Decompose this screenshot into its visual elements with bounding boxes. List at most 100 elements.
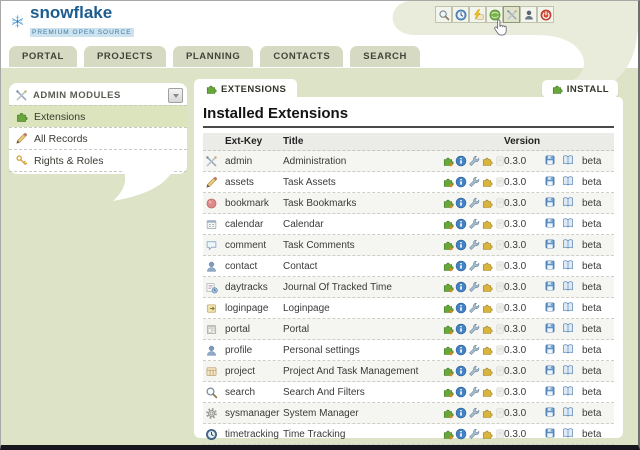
extensions-section-tab[interactable]: EXTENSIONS xyxy=(194,79,297,98)
action-info-button[interactable] xyxy=(455,344,467,356)
action-docs-button[interactable] xyxy=(562,301,574,313)
action-configure-button[interactable] xyxy=(468,176,480,188)
action-info-button[interactable] xyxy=(455,260,467,272)
action-save-button[interactable] xyxy=(544,406,556,418)
action-save-button[interactable] xyxy=(544,322,556,334)
action-update-button[interactable] xyxy=(442,428,454,440)
install-button[interactable]: INSTALL xyxy=(542,80,618,98)
action-update-button[interactable] xyxy=(442,344,454,356)
action-info-button[interactable] xyxy=(455,239,467,251)
tab-planning[interactable]: PLANNING xyxy=(173,46,253,67)
action-info-button[interactable] xyxy=(455,176,467,188)
action-docs-button[interactable] xyxy=(562,364,574,376)
action-save-button[interactable] xyxy=(544,238,556,250)
action-update-button[interactable] xyxy=(442,365,454,377)
action-update-button[interactable] xyxy=(442,239,454,251)
action-docs-button[interactable] xyxy=(562,196,574,208)
action-save-button[interactable] xyxy=(544,259,556,271)
action-docs-button[interactable] xyxy=(562,154,574,166)
action-save-button[interactable] xyxy=(544,427,556,439)
action-save-button[interactable] xyxy=(544,343,556,355)
action-docs-button[interactable] xyxy=(562,427,574,439)
action-addon-button[interactable] xyxy=(481,239,493,251)
action-update-button[interactable] xyxy=(442,323,454,335)
action-update-button[interactable] xyxy=(442,260,454,272)
action-configure-button[interactable] xyxy=(468,218,480,230)
action-configure-button[interactable] xyxy=(468,302,480,314)
sidebar-item-all-records[interactable]: All Records xyxy=(9,127,187,149)
action-update-button[interactable] xyxy=(442,407,454,419)
action-save-button[interactable] xyxy=(544,217,556,229)
action-save-button[interactable] xyxy=(544,154,556,166)
action-info-button[interactable] xyxy=(455,155,467,167)
action-addon-button[interactable] xyxy=(481,323,493,335)
action-save-button[interactable] xyxy=(544,385,556,397)
action-save-button[interactable] xyxy=(544,301,556,313)
tab-portal[interactable]: PORTAL xyxy=(9,46,77,67)
action-configure-button[interactable] xyxy=(468,239,480,251)
tab-projects[interactable]: PROJECTS xyxy=(84,46,166,67)
sidebar-item-extensions[interactable]: Extensions xyxy=(9,105,187,127)
action-docs-button[interactable] xyxy=(562,238,574,250)
toolbar-logout-button[interactable] xyxy=(537,6,554,23)
action-update-button[interactable] xyxy=(442,386,454,398)
toolbar-search-button[interactable] xyxy=(435,6,452,23)
action-configure-button[interactable] xyxy=(468,323,480,335)
action-info-button[interactable] xyxy=(455,302,467,314)
action-update-button[interactable] xyxy=(442,176,454,188)
action-update-button[interactable] xyxy=(442,155,454,167)
action-docs-button[interactable] xyxy=(562,343,574,355)
action-info-button[interactable] xyxy=(455,386,467,398)
action-save-button[interactable] xyxy=(544,175,556,187)
action-docs-button[interactable] xyxy=(562,280,574,292)
action-addon-button[interactable] xyxy=(481,407,493,419)
action-addon-button[interactable] xyxy=(481,281,493,293)
action-info-button[interactable] xyxy=(455,428,467,440)
action-update-button[interactable] xyxy=(442,302,454,314)
action-configure-button[interactable] xyxy=(468,407,480,419)
action-docs-button[interactable] xyxy=(562,322,574,334)
action-docs-button[interactable] xyxy=(562,175,574,187)
action-info-button[interactable] xyxy=(455,281,467,293)
calendar-icon xyxy=(205,218,218,231)
action-docs-button[interactable] xyxy=(562,259,574,271)
action-addon-button[interactable] xyxy=(481,155,493,167)
action-addon-button[interactable] xyxy=(481,428,493,440)
action-configure-button[interactable] xyxy=(468,344,480,356)
action-addon-button[interactable] xyxy=(481,176,493,188)
toolbar-quick-new-button[interactable] xyxy=(469,6,486,23)
tab-contacts[interactable]: CONTACTS xyxy=(260,46,343,67)
action-addon-button[interactable] xyxy=(481,260,493,272)
action-save-button[interactable] xyxy=(544,196,556,208)
action-docs-button[interactable] xyxy=(562,385,574,397)
action-configure-button[interactable] xyxy=(468,155,480,167)
action-addon-button[interactable] xyxy=(481,218,493,230)
action-info-button[interactable] xyxy=(455,218,467,230)
toolbar-clock-button[interactable] xyxy=(452,6,469,23)
action-info-button[interactable] xyxy=(455,197,467,209)
action-addon-button[interactable] xyxy=(481,302,493,314)
action-configure-button[interactable] xyxy=(468,260,480,272)
action-configure-button[interactable] xyxy=(468,281,480,293)
tab-search[interactable]: SEARCH xyxy=(350,46,420,67)
toolbar-user-button[interactable] xyxy=(520,6,537,23)
action-addon-button[interactable] xyxy=(481,197,493,209)
action-info-button[interactable] xyxy=(455,365,467,377)
action-configure-button[interactable] xyxy=(468,428,480,440)
action-configure-button[interactable] xyxy=(468,365,480,377)
sidebar-collapse-button[interactable] xyxy=(168,88,183,103)
action-addon-button[interactable] xyxy=(481,386,493,398)
action-addon-button[interactable] xyxy=(481,344,493,356)
action-docs-button[interactable] xyxy=(562,217,574,229)
action-update-button[interactable] xyxy=(442,218,454,230)
action-info-button[interactable] xyxy=(455,323,467,335)
action-update-button[interactable] xyxy=(442,281,454,293)
action-save-button[interactable] xyxy=(544,364,556,376)
action-docs-button[interactable] xyxy=(562,406,574,418)
action-configure-button[interactable] xyxy=(468,197,480,209)
action-update-button[interactable] xyxy=(442,197,454,209)
action-save-button[interactable] xyxy=(544,280,556,292)
action-info-button[interactable] xyxy=(455,407,467,419)
action-addon-button[interactable] xyxy=(481,365,493,377)
action-configure-button[interactable] xyxy=(468,386,480,398)
